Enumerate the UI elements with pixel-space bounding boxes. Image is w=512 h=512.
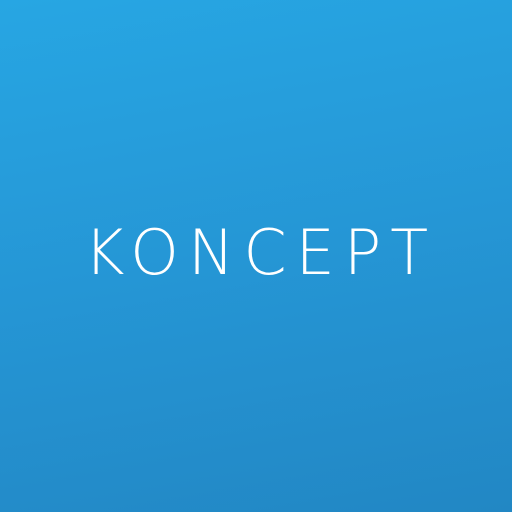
brand-wordmark: KONCEPT <box>83 216 438 289</box>
app-logo: KONCEPT <box>0 0 512 512</box>
